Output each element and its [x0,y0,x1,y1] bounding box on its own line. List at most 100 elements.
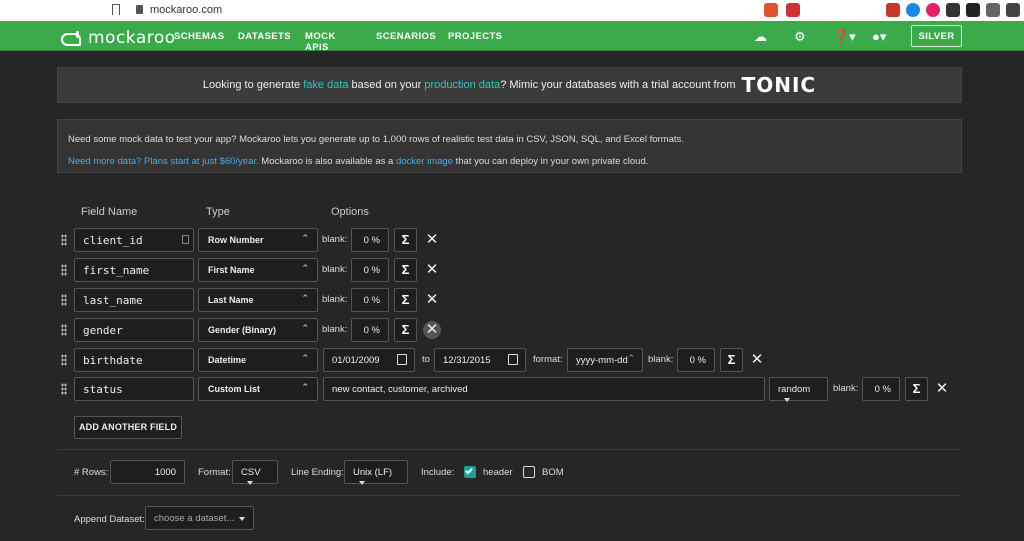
calendar-icon[interactable] [508,354,518,365]
append-dataset-select[interactable]: choose a dataset... [145,506,254,530]
format-select[interactable]: CSV [232,460,278,486]
puzzle-extension-icon[interactable] [986,3,1000,17]
mockaroo-logo[interactable]: mockaroo [58,28,176,48]
updown-chevron-icon: ⌃ [301,293,309,303]
line-ending-select[interactable]: Unix (LF) [344,460,408,486]
gear-icon[interactable]: ⚙ [794,29,806,45]
field-row: client_id Row Number ⌃ blank: 0 % Σ ✕ [0,228,1024,252]
field-type-select[interactable]: Last Name ⌃ [198,288,318,312]
help-icon[interactable]: ❓▾ [833,29,856,45]
delete-field-icon[interactable]: ✕ [423,231,441,249]
nav-schemas[interactable]: SCHEMAS [174,31,224,42]
field-name-input[interactable]: last_name [74,288,194,312]
rows-label: # Rows: [74,467,109,478]
notion-extension-icon[interactable] [966,3,980,17]
field-type-select[interactable]: Gender (Binary) ⌃ [198,318,318,342]
formula-sigma-button[interactable]: Σ [394,258,417,282]
screen-extension-icon[interactable] [946,3,960,17]
nav-projects[interactable]: PROJECTS [448,31,502,42]
url-text[interactable]: mockaroo.com [150,4,222,16]
alert-extension-icon[interactable] [786,3,800,17]
delete-field-icon[interactable]: ✕ [423,261,441,279]
field-type-select[interactable]: Custom List ⌃ [198,377,318,401]
custom-list-input[interactable]: new contact, customer, archived [323,377,765,401]
blank-label: blank: [322,234,348,245]
keyboard-icon[interactable] [182,235,189,244]
drag-handle-icon[interactable] [61,294,67,306]
banner-text: ? Mimic your databases with a trial acco… [500,79,736,91]
header-type: Type [206,206,230,218]
formula-sigma-button[interactable]: Σ [394,318,417,342]
field-row: last_name Last Name ⌃ blank: 0 % Σ ✕ [0,288,1024,312]
blank-input[interactable]: 0 % [351,258,389,282]
updown-chevron-icon: ⌃ [301,353,309,363]
blank-input[interactable]: 0 % [351,288,389,312]
field-name-input[interactable]: first_name [74,258,194,282]
drag-handle-icon[interactable] [61,234,67,246]
blank-input[interactable]: 0 % [351,318,389,342]
updown-chevron-icon: ⌃ [301,233,309,243]
updown-chevron-icon: ⌃ [627,353,635,363]
cloud-upload-icon[interactable]: ☁ [754,29,767,45]
field-type-select[interactable]: First Name ⌃ [198,258,318,282]
delete-field-icon[interactable]: ✕ [748,351,766,369]
brand-name: mockaroo [88,28,176,48]
rows-input[interactable]: 1000 [110,460,185,484]
to-label: to [422,354,430,365]
blank-label: blank: [833,383,859,394]
header-checkbox-label[interactable]: header [483,467,513,478]
bom-checkbox-label[interactable]: BOM [542,467,564,478]
field-type-select[interactable]: Row Number ⌃ [198,228,318,252]
blank-input[interactable]: 0 % [862,377,900,401]
nav-mock-apis[interactable]: MOCK APIS [305,31,336,53]
nav-scenarios[interactable]: SCENARIOS [376,31,436,42]
formula-sigma-button[interactable]: Σ [905,377,928,401]
blank-input[interactable]: 0 % [677,348,715,372]
banner-text: based on your [348,79,425,91]
brave-shield-icon[interactable] [764,3,778,17]
drag-handle-icon[interactable] [61,383,67,395]
field-name-input[interactable]: birthdate [74,348,194,372]
caret-down-icon [247,481,253,486]
gmail-extension-icon[interactable] [886,3,900,17]
drag-handle-icon[interactable] [61,354,67,366]
pricing-link[interactable]: Need more data? Plans start at just $60/… [68,156,259,167]
date-to-input[interactable]: 12/31/2015 [434,348,526,372]
blank-label: blank: [322,324,348,335]
add-another-field-button[interactable]: ADD ANOTHER FIELD [74,416,182,439]
banner-highlight-production-data: production data [424,79,501,91]
t-extension-icon[interactable] [926,3,940,17]
tonic-banner[interactable]: Looking to generate fake data based on y… [57,67,962,103]
browser-url-bar[interactable]: mockaroo.com [0,0,1024,21]
field-name-input[interactable]: status [74,377,194,401]
calendar-icon[interactable] [397,354,407,365]
docker-image-link[interactable]: docker image [396,156,453,167]
header-checkbox[interactable] [464,466,476,478]
blank-input[interactable]: 0 % [351,228,389,252]
tonic-logo[interactable]: TONIC [742,73,817,97]
header-options: Options [331,206,369,218]
formula-sigma-button[interactable]: Σ [394,228,417,252]
delete-field-icon[interactable]: ✕ [933,380,951,398]
nav-datasets[interactable]: DATASETS [238,31,291,42]
drag-handle-icon[interactable] [61,264,67,276]
list-order-select[interactable]: random [769,377,828,403]
drag-handle-icon[interactable] [61,324,67,336]
bom-checkbox[interactable] [523,466,535,478]
delete-field-icon[interactable]: ✕ [423,291,441,309]
formula-sigma-button[interactable]: Σ [720,348,743,372]
bookmark-icon[interactable] [112,4,120,15]
user-icon[interactable]: ●▾ [872,29,886,45]
divider [57,495,962,496]
edge-extension-icon[interactable] [906,3,920,17]
field-type-select[interactable]: Datetime ⌃ [198,348,318,372]
field-name-input[interactable]: client_id [74,228,194,252]
date-from-input[interactable]: 01/01/2009 [323,348,415,372]
updown-chevron-icon: ⌃ [301,323,309,333]
plan-silver-button[interactable]: SILVER [911,25,962,47]
formula-sigma-button[interactable]: Σ [394,288,417,312]
date-format-select[interactable]: yyyy-mm-dd ⌃ [567,348,643,372]
delete-field-icon[interactable]: ✕ [423,321,441,339]
field-name-input[interactable]: gender [74,318,194,342]
window-extension-icon[interactable] [1006,3,1020,17]
